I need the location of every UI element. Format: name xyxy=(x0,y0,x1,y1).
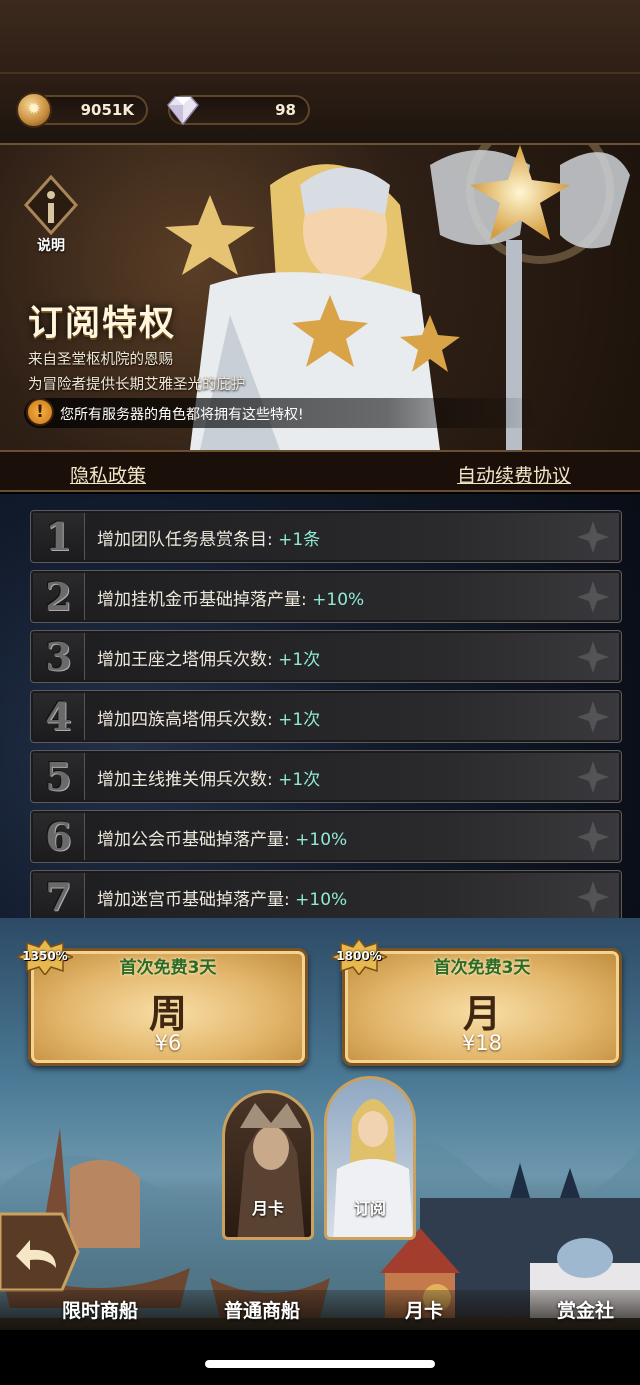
perk-text: 增加公会币基础掉落产量: +10% xyxy=(97,830,348,850)
diamond-amount: 98 xyxy=(275,101,296,119)
plan-type: 月 xyxy=(462,992,501,1036)
banner-subtitle-1: 来自圣堂枢机院的恩赐 xyxy=(28,352,173,368)
free-trial-text: 首次免费3天 xyxy=(119,958,217,978)
perk-text: 增加王座之塔佣兵次数: +1次 xyxy=(97,650,321,670)
nav-limited-ship[interactable]: 限时商船 xyxy=(62,1296,138,1323)
banner-subtitle-2: 为冒险者提供长期艾雅圣光的庇护 xyxy=(28,377,246,393)
notice-text: 您所有服务器的角色都将拥有这些特权! xyxy=(60,407,304,423)
plan-price: ¥18 xyxy=(461,1031,503,1055)
perk-value: +1次 xyxy=(278,770,321,790)
perks-list[interactable]: 1 增加团队任务悬赏条目: +1条 2 增加挂机金币基础掉落产量: +10% 3… xyxy=(0,494,640,918)
perk-number: 2 xyxy=(33,573,85,620)
offers-area: 1350% 首次免费3天 周 ¥6 1800% 首次免费3天 月 ¥18 月卡 … xyxy=(0,918,640,1385)
perk-row: 4 增加四族高塔佣兵次数: +1次 xyxy=(30,690,622,743)
nav-monthly-card[interactable]: 月卡 xyxy=(405,1296,443,1323)
page-title: 订阅特权 xyxy=(28,304,177,344)
back-button[interactable] xyxy=(0,1210,80,1294)
ornament-icon xyxy=(577,641,609,673)
free-trial-text: 首次免费3天 xyxy=(433,958,531,978)
nav-bounty[interactable]: 赏金社 xyxy=(557,1296,614,1323)
monthly-subscription-card[interactable]: 1800% 首次免费3天 月 ¥18 xyxy=(328,937,622,1066)
perk-text: 增加四族高塔佣兵次数: +1次 xyxy=(97,710,321,730)
perk-value: +10% xyxy=(295,830,348,850)
top-bar: 9051K 98 xyxy=(0,0,640,145)
back-arrow-icon xyxy=(0,1212,80,1292)
plan-price: ¥6 xyxy=(154,1031,182,1055)
ornament-icon xyxy=(577,581,609,613)
diamond-counter[interactable]: 98 xyxy=(167,95,310,126)
bottom-nav: 限时商船 普通商船 月卡 赏金社 xyxy=(0,1290,640,1330)
warning-icon: ! xyxy=(26,398,54,426)
perk-text: 增加挂机金币基础掉落产量: +10% xyxy=(97,590,365,610)
home-indicator[interactable] xyxy=(205,1360,435,1368)
auto-renew-agreement-link[interactable]: 自动续费协议 xyxy=(457,461,571,488)
perk-row: 1 增加团队任务悬赏条目: +1条 xyxy=(30,510,622,563)
plan-type: 周 xyxy=(148,992,187,1036)
gold-counter[interactable]: 9051K xyxy=(16,92,148,128)
perk-text: 增加团队任务悬赏条目: +1条 xyxy=(97,530,321,550)
monthly-card-portrait-label: 月卡 xyxy=(251,1199,284,1218)
perk-value: +1条 xyxy=(278,530,321,550)
perk-value: +10% xyxy=(295,890,348,910)
info-label: 说明 xyxy=(37,238,65,254)
perk-number: 5 xyxy=(33,753,85,800)
weekly-subscription-card[interactable]: 1350% 首次免费3天 周 ¥6 xyxy=(14,937,308,1066)
perk-row: 7 增加迷宫币基础掉落产量: +10% xyxy=(30,870,622,918)
privacy-policy-link[interactable]: 隐私政策 xyxy=(70,461,146,488)
subscription-portrait[interactable]: 订阅 xyxy=(324,1076,416,1240)
ornament-icon xyxy=(577,761,609,793)
subscription-banner: 说明 订阅特权 来自圣堂枢机院的恩赐 为冒险者提供长期艾雅圣光的庇护 ! 您所有… xyxy=(0,145,640,450)
perk-text: 增加迷宫币基础掉落产量: +10% xyxy=(97,890,348,910)
perk-row: 2 增加挂机金币基础掉落产量: +10% xyxy=(30,570,622,623)
info-icon xyxy=(23,174,79,236)
server-notice: ! 您所有服务器的角色都将拥有这些特权! xyxy=(24,398,544,428)
gold-coin-icon xyxy=(16,92,52,128)
ornament-icon xyxy=(577,821,609,853)
info-button[interactable]: 说明 xyxy=(22,174,80,254)
perk-row: 6 增加公会币基础掉落产量: +10% xyxy=(30,810,622,863)
nav-normal-ship[interactable]: 普通商船 xyxy=(224,1296,300,1323)
perk-number: 6 xyxy=(33,813,85,860)
perk-number: 7 xyxy=(33,873,85,918)
gold-amount: 9051K xyxy=(80,101,134,119)
perk-number: 1 xyxy=(33,513,85,560)
monthly-card-portrait[interactable]: 月卡 xyxy=(222,1090,314,1240)
perk-value: +1次 xyxy=(278,710,321,730)
perk-row: 3 增加王座之塔佣兵次数: +1次 xyxy=(30,630,622,683)
policy-links-bar: 隐私政策 自动续费协议 xyxy=(0,450,640,492)
ornament-icon xyxy=(577,701,609,733)
perk-row: 5 增加主线推关佣兵次数: +1次 xyxy=(30,750,622,803)
system-bottom-strip xyxy=(0,1330,640,1385)
perk-number: 4 xyxy=(33,693,85,740)
diamond-icon xyxy=(167,96,199,126)
perk-value: +10% xyxy=(312,590,365,610)
perk-value: +1次 xyxy=(278,650,321,670)
subscription-portrait-label: 订阅 xyxy=(353,1199,386,1218)
ornament-icon xyxy=(577,521,609,553)
perk-text: 增加主线推关佣兵次数: +1次 xyxy=(97,770,321,790)
ornament-icon xyxy=(577,881,609,913)
perk-number: 3 xyxy=(33,633,85,680)
